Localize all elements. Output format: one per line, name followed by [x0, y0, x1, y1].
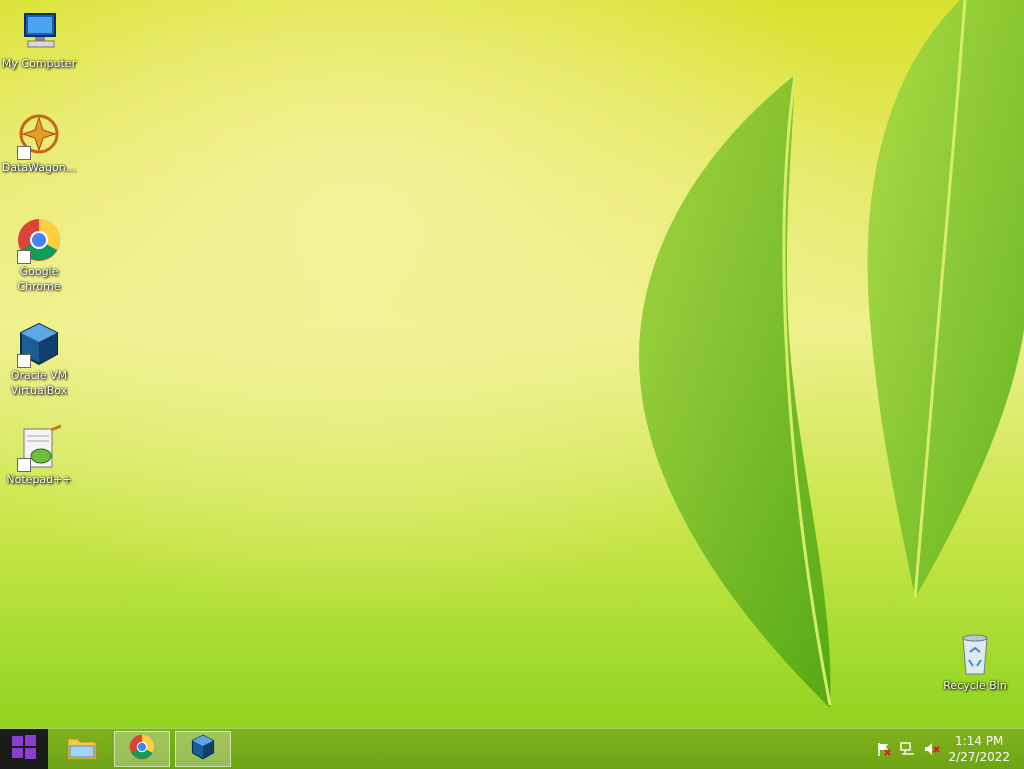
file-explorer-icon: [66, 733, 98, 765]
desktop-icon-my-computer[interactable]: My Computer: [1, 8, 77, 71]
virtualbox-icon: [189, 733, 217, 765]
shortcut-arrow-icon: [17, 458, 31, 472]
clock-time: 1:14 PM: [955, 734, 1004, 748]
shortcut-arrow-icon: [17, 146, 31, 160]
taskbar-virtualbox-button[interactable]: [175, 731, 231, 767]
datawagon-icon: [15, 112, 63, 160]
action-center-flag-icon[interactable]: [876, 741, 892, 757]
taskbar-chrome-button[interactable]: [114, 731, 170, 767]
recycle-bin-icon: [951, 630, 999, 678]
windows-logo-icon: [11, 734, 37, 764]
wallpaper-leaves: [639, 0, 1024, 708]
taskbar-clock[interactable]: 1:14 PM 2/27/2022: [948, 733, 1010, 765]
desktop-icon-label: Recycle Bin: [943, 679, 1007, 692]
shortcut-arrow-icon: [17, 250, 31, 264]
desktop[interactable]: My Computer DataWagon... Google Chrome O…: [0, 0, 1024, 728]
virtualbox-icon: [15, 320, 63, 368]
notepadpp-icon: [15, 424, 63, 472]
taskbar-file-explorer-button[interactable]: [54, 731, 110, 767]
desktop-icon-google-chrome[interactable]: Google Chrome: [1, 216, 77, 294]
desktop-icon-label: My Computer: [1, 57, 77, 70]
chrome-icon: [15, 216, 63, 264]
system-tray: 1:14 PM 2/27/2022: [864, 729, 1024, 769]
chrome-icon: [128, 733, 156, 765]
desktop-icon-oracle-vm-virtualbox[interactable]: Oracle VM VirtualBox: [1, 320, 77, 398]
network-icon[interactable]: [900, 741, 916, 757]
desktop-icon-notepad-plus-plus[interactable]: Notepad++: [1, 424, 77, 487]
computer-icon: [15, 8, 63, 56]
desktop-icon-datawagon[interactable]: DataWagon...: [1, 112, 77, 175]
desktop-icon-recycle-bin[interactable]: Recycle Bin: [937, 630, 1013, 693]
shortcut-arrow-icon: [17, 354, 31, 368]
start-button[interactable]: [0, 729, 48, 769]
clock-date: 2/27/2022: [948, 750, 1010, 764]
desktop-icon-label: Oracle VM VirtualBox: [10, 369, 68, 397]
volume-muted-icon[interactable]: [924, 741, 940, 757]
desktop-icon-label: Notepad++: [6, 473, 72, 486]
taskbar[interactable]: 1:14 PM 2/27/2022: [0, 728, 1024, 769]
desktop-icon-label: Google Chrome: [17, 265, 61, 293]
desktop-icon-label: DataWagon...: [1, 161, 77, 174]
